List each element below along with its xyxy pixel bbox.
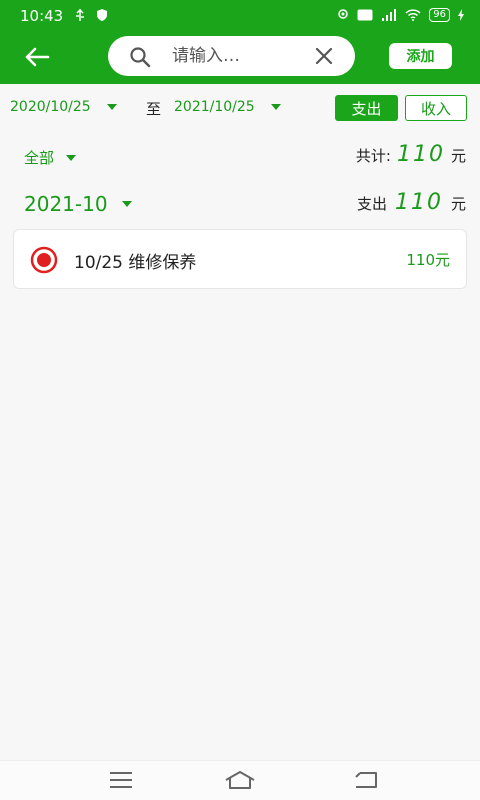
tab-expense[interactable]: 支出 — [335, 95, 398, 121]
add-button[interactable]: 添加 — [389, 43, 452, 69]
month-expense-unit: 元 — [450, 195, 466, 213]
record-name: 维修保养 — [128, 253, 197, 273]
record-date: 10/25 — [74, 253, 123, 273]
status-notification-icons — [74, 8, 108, 22]
month-dropdown[interactable]: 2021-10 — [24, 192, 132, 216]
shield-icon — [97, 9, 107, 21]
status-system-icons: 96 — [337, 8, 464, 22]
hd-icon — [357, 9, 373, 21]
end-date-picker[interactable]: 2021/10/25 — [174, 99, 281, 115]
charging-icon — [458, 9, 464, 21]
signal-icon — [382, 9, 397, 21]
system-nav-bar — [0, 760, 480, 800]
status-time: 10:43 — [20, 7, 64, 25]
month-expense-summary: 支出 110 元 — [357, 190, 466, 215]
search-icon — [130, 47, 151, 68]
record-amount: 110元 — [406, 251, 450, 269]
total-unit: 元 — [450, 147, 466, 165]
summary-row: 全部 共计: 110 元 — [0, 140, 480, 172]
back-button[interactable] — [20, 42, 54, 72]
start-date-picker[interactable]: 2020/10/25 — [10, 99, 117, 115]
total-value: 110 — [396, 142, 445, 167]
arrow-left-icon — [25, 47, 50, 67]
location-icon — [338, 9, 349, 19]
start-date-value: 2020/10/25 — [10, 99, 91, 115]
record-category-icon — [30, 246, 58, 274]
home-icon[interactable] — [224, 769, 256, 791]
category-value: 全部 — [24, 149, 55, 167]
date-range-separator: 至 — [146, 100, 162, 118]
list-item[interactable]: 10/25 维修保养 110元 — [13, 229, 467, 289]
date-range-row: 2020/10/25 至 2021/10/25 支出 收入 — [0, 94, 480, 122]
chevron-down-icon — [66, 154, 77, 161]
search-box — [108, 36, 355, 76]
app-bar: 添加 — [0, 32, 480, 84]
menu-icon[interactable] — [108, 769, 134, 791]
total-summary: 共计: 110 元 — [356, 142, 466, 167]
back-nav-icon[interactable] — [352, 769, 380, 791]
total-label: 共计: — [355, 147, 391, 165]
search-input[interactable] — [172, 44, 302, 68]
record-title: 10/25 维修保养 — [74, 248, 196, 273]
end-date-value: 2021/10/25 — [174, 99, 255, 115]
usb-icon — [76, 8, 84, 21]
close-icon[interactable] — [313, 45, 335, 67]
status-bar: 10:43 96 — [0, 0, 480, 32]
month-expense-value: 110 — [394, 190, 443, 215]
month-expense-label: 支出 — [356, 195, 387, 213]
chevron-down-icon — [270, 104, 281, 110]
month-value: 2021-10 — [24, 192, 108, 216]
month-group-header: 2021-10 支出 110 元 — [0, 188, 480, 222]
chevron-down-icon — [121, 201, 132, 207]
tab-income[interactable]: 收入 — [405, 95, 467, 121]
wifi-icon — [405, 9, 421, 21]
battery-icon: 96 — [429, 8, 450, 22]
chevron-down-icon — [106, 104, 117, 110]
category-dropdown[interactable]: 全部 — [24, 147, 77, 168]
